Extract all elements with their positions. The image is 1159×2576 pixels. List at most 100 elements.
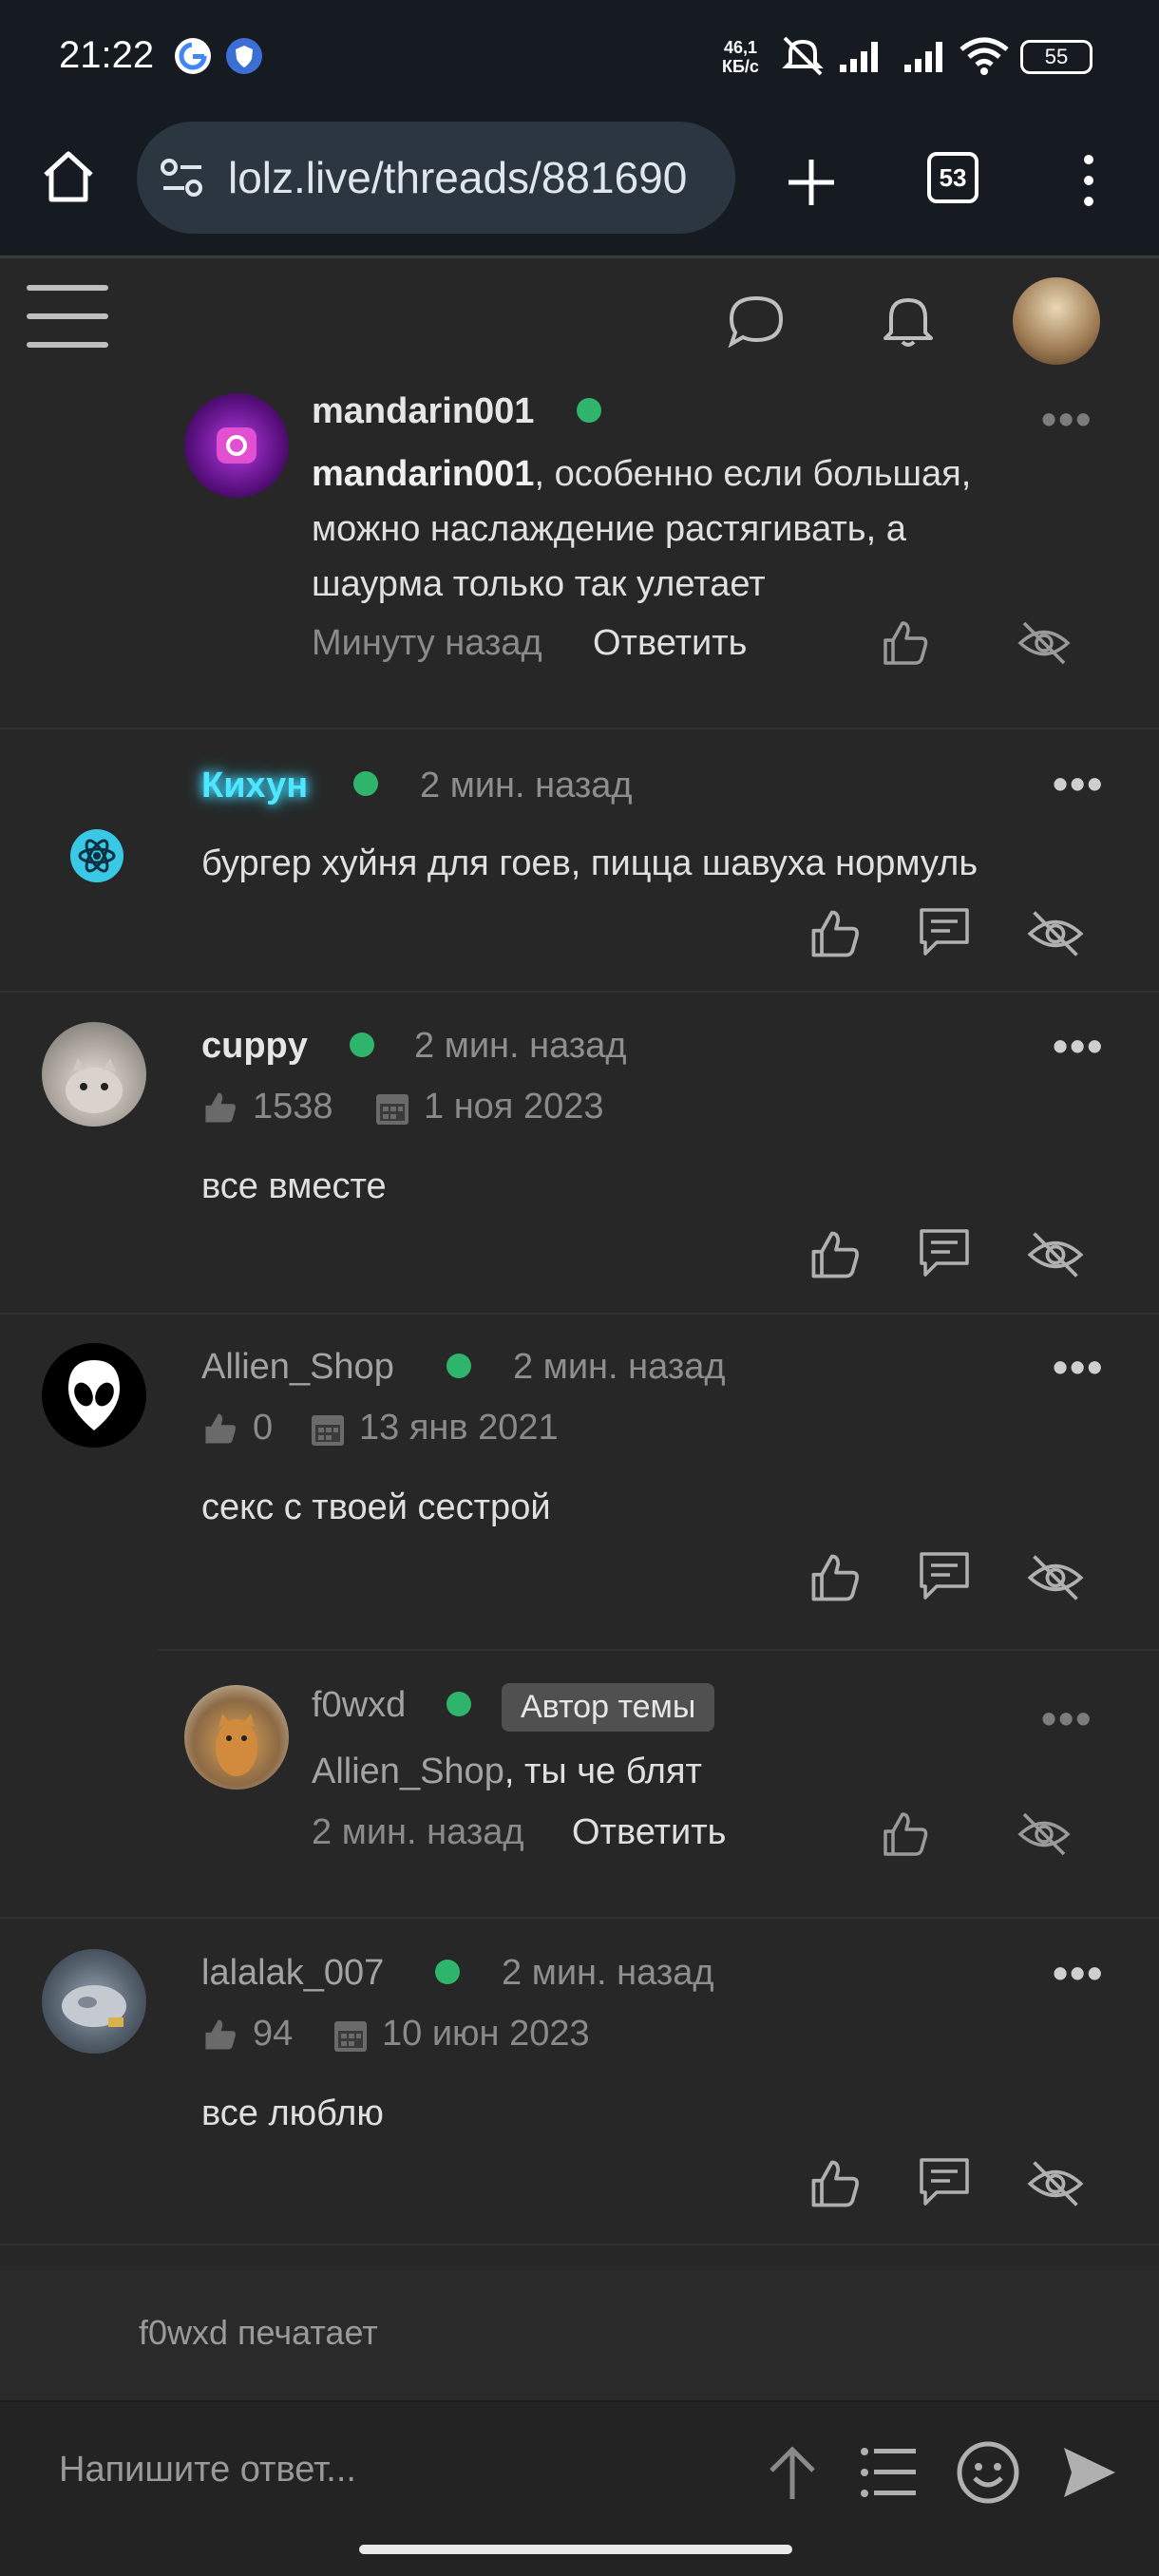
more-options-icon[interactable]: ••• (1053, 1020, 1104, 1071)
mention[interactable]: Allien_Shop (312, 1752, 504, 1791)
quote-reply-icon[interactable] (916, 1548, 973, 1603)
like-icon[interactable] (880, 1809, 931, 1860)
hide-icon[interactable] (1026, 2156, 1085, 2211)
wifi-icon (958, 34, 1011, 78)
more-options-icon[interactable]: ••• (1053, 1341, 1104, 1392)
comment-text: mandarin001, особенно если большая, можн… (312, 454, 972, 604)
avatar[interactable] (184, 393, 289, 498)
username[interactable]: mandarin001 (312, 391, 534, 432)
google-icon (175, 38, 211, 74)
network-speed: 46,1 КБ/с (722, 38, 759, 76)
comment-time: 2 мин. назад (420, 766, 633, 805)
avatar[interactable] (70, 829, 124, 882)
username[interactable]: lalalak_007 (201, 1953, 384, 1994)
like-icon[interactable] (808, 1550, 863, 1605)
site-settings-icon[interactable] (160, 158, 205, 199)
calendar-icon (332, 2016, 369, 2054)
comment-text: Allien_Shop, ты че блят (312, 1752, 702, 1791)
hamburger-menu-icon[interactable] (27, 281, 110, 353)
hide-icon[interactable] (1026, 1550, 1085, 1605)
online-indicator (446, 1692, 471, 1716)
browser-menu-icon[interactable] (1077, 154, 1100, 207)
status-bar: 21:22 46,1 КБ/с 55 (0, 0, 1159, 114)
online-indicator (577, 398, 601, 423)
typing-indicator: f0wxd печатает (0, 2265, 1159, 2400)
signal-icon-2 (902, 34, 950, 78)
divider (0, 728, 1159, 729)
more-options-icon[interactable]: ••• (1041, 393, 1092, 445)
like-icon[interactable] (808, 906, 863, 961)
like-icon[interactable] (808, 2156, 863, 2211)
hide-icon[interactable] (1016, 617, 1072, 669)
avatar[interactable] (42, 1949, 146, 2054)
online-indicator (435, 1960, 460, 1984)
quote-reply-icon[interactable] (916, 904, 973, 959)
emoji-icon[interactable] (956, 2440, 1020, 2505)
comment-text: все люблю (201, 2093, 384, 2133)
divider (0, 991, 1159, 993)
divider (158, 1649, 1159, 1651)
notifications-bell-icon[interactable] (878, 291, 939, 351)
online-indicator (353, 771, 378, 796)
reply-input[interactable]: Напишите ответ... (59, 2450, 356, 2491)
likes-count: 1538 (253, 1087, 333, 1127)
vpn-shield-icon (226, 38, 262, 74)
url-text: lolz.live/threads/881690 (228, 153, 688, 202)
username[interactable]: cuppy (201, 1026, 308, 1067)
likes-count: 0 (253, 1408, 274, 1448)
signal-icon-1 (838, 34, 885, 78)
comment-time: Минуту назад (312, 623, 542, 663)
like-icon[interactable] (808, 1227, 863, 1282)
comment-time: 2 мин. назад (502, 1953, 714, 1993)
url-bar[interactable]: lolz.live/threads/881690 (137, 122, 735, 234)
hide-icon[interactable] (1026, 906, 1085, 961)
calendar-icon (374, 1089, 410, 1127)
calendar-icon (310, 1410, 346, 1448)
username[interactable]: Allien_Shop (201, 1347, 394, 1388)
scroll-top-icon[interactable] (766, 2444, 819, 2503)
new-tab-icon[interactable] (785, 156, 838, 209)
quote-reply-icon[interactable] (916, 1225, 973, 1280)
online-indicator (350, 1032, 374, 1057)
like-icon[interactable] (880, 617, 931, 669)
comment-time: 2 мин. назад (513, 1347, 726, 1387)
messages-icon[interactable] (726, 293, 787, 350)
avatar[interactable] (42, 1343, 146, 1448)
likes-icon (201, 2016, 239, 2054)
mute-icon (779, 34, 826, 78)
divider (0, 1917, 1159, 1919)
divider (0, 1313, 1159, 1315)
join-date: 1 ноя 2023 (424, 1087, 604, 1127)
send-icon[interactable] (1060, 2444, 1119, 2501)
battery-icon: 55 (1020, 40, 1092, 74)
likes-icon (201, 1410, 239, 1448)
likes-count: 94 (253, 2014, 294, 2054)
hide-icon[interactable] (1026, 1227, 1085, 1282)
comment-time: 2 мин. назад (312, 1812, 524, 1852)
hide-icon[interactable] (1016, 1809, 1072, 1860)
join-date: 10 июн 2023 (382, 2014, 590, 2054)
join-date: 13 янв 2021 (359, 1408, 559, 1448)
comment-time: 2 мин. назад (414, 1026, 627, 1066)
username[interactable]: f0wxd (312, 1685, 406, 1726)
more-options-icon[interactable]: ••• (1053, 758, 1104, 809)
username[interactable]: Кихун (201, 766, 308, 806)
quote-reply-icon[interactable] (916, 2154, 973, 2209)
more-options-icon[interactable]: ••• (1053, 1947, 1104, 1998)
status-time: 21:22 (59, 34, 155, 76)
browser-toolbar: lolz.live/threads/881690 53 (0, 114, 1159, 258)
reply-button[interactable]: Ответить (593, 623, 747, 664)
comment-text: бургер хуйня для гоев, пицца шавуха норм… (201, 843, 978, 883)
site-header (0, 258, 1159, 377)
reply-button[interactable]: Ответить (572, 1812, 726, 1853)
avatar[interactable] (184, 1685, 289, 1790)
user-avatar[interactable] (1013, 277, 1100, 365)
tab-switcher-button[interactable]: 53 (927, 152, 978, 203)
mention[interactable]: mandarin001 (312, 454, 534, 494)
more-options-icon[interactable]: ••• (1041, 1693, 1092, 1744)
topic-author-badge: Автор темы (502, 1683, 715, 1732)
avatar[interactable] (42, 1022, 146, 1127)
list-icon[interactable] (859, 2444, 918, 2501)
typing-text: f0wxd печатает (139, 2313, 378, 2352)
home-icon[interactable] (38, 146, 99, 207)
